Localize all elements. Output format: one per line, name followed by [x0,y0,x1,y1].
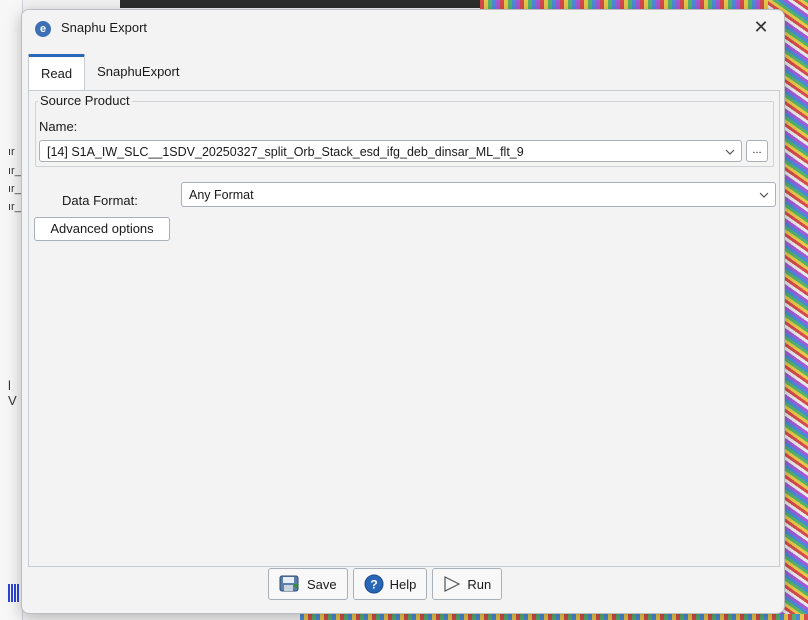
background-text: ır_ [8,165,21,177]
save-icon [279,574,301,594]
background-image-strip [120,0,500,8]
title-bar: e Snaphu Export ✕ [22,10,784,46]
data-format-select[interactable]: Any Format [181,182,776,207]
browse-button[interactable]: ... [746,140,768,162]
background-text: ır_ [8,201,21,213]
chevron-down-icon [725,141,735,170]
tab-snaphu-export[interactable]: SnaphuExport [85,54,191,90]
background-bars [8,584,20,602]
action-buttons: Save ? Help Run [268,568,503,600]
background-text: ır [8,146,15,158]
source-product-select[interactable]: [14] S1A_IW_SLC__1SDV_20250327_split_Orb… [39,140,742,162]
save-button[interactable]: Save [268,568,348,600]
data-format-label: Data Format: [62,193,138,208]
help-button[interactable]: ? Help [352,568,428,600]
tab-bar: Read SnaphuExport [28,54,191,90]
read-tab-panel: Source Product Name: [14] S1A_IW_SLC__1S… [28,90,780,567]
dialog-title: Snaphu Export [61,20,148,35]
source-product-group: Source Product Name: [14] S1A_IW_SLC__1S… [35,93,774,167]
group-title: Source Product [38,93,132,108]
browse-label: ... [752,144,762,156]
close-button[interactable]: ✕ [738,10,784,44]
save-label: Save [307,576,337,592]
tab-label: SnaphuExport [97,64,180,79]
source-product-value: [14] S1A_IW_SLC__1SDV_20250327_split_Orb… [47,145,524,159]
background-text: l V [8,378,17,408]
help-icon: ? [364,574,384,594]
run-label: Run [467,576,492,592]
data-format-value: Any Format [189,188,254,202]
advanced-options-button[interactable]: Advanced options [34,217,170,241]
chevron-down-icon [759,183,769,217]
background-text: ır_ [8,183,21,195]
snaphu-export-dialog: e Snaphu Export ✕ Read SnaphuExport Sour… [21,9,785,614]
run-button[interactable]: Run [432,568,503,600]
background-left-panel: ır ır_ ır_ ır_ l V [0,0,23,620]
tab-read[interactable]: Read [28,54,86,90]
background-interferogram-bottom [300,614,808,620]
close-icon: ✕ [753,16,769,37]
snap-app-icon: e [35,21,51,37]
svg-text:?: ? [370,578,377,592]
run-icon [443,575,461,593]
help-label: Help [389,576,417,592]
name-label: Name: [39,119,78,134]
tab-label: Read [41,66,73,81]
advanced-options-label: Advanced options [50,221,154,236]
